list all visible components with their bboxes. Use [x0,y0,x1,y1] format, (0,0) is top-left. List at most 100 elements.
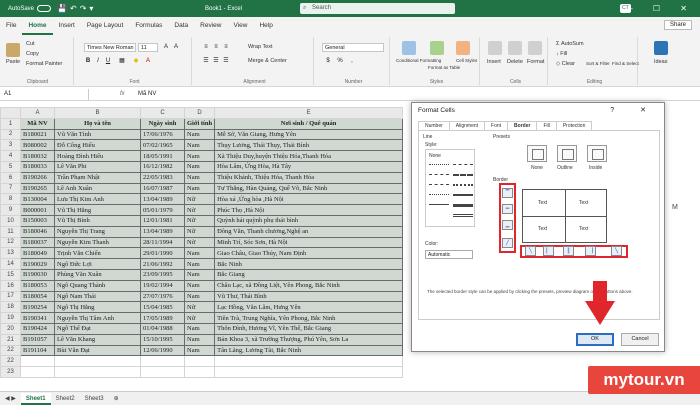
line-style-option[interactable] [429,174,449,175]
cell-gioi-tinh[interactable]: Nam [183,279,216,292]
insert-icon[interactable] [488,41,502,55]
align-left-icon[interactable]: ☰ [202,57,210,65]
ideas-button[interactable]: Ideas [654,59,667,65]
window-controls[interactable]: – ☐ ✕ [628,4,696,13]
header-cell-ho-ten[interactable]: Họ và tên [54,117,141,130]
line-style-list[interactable]: None [425,149,475,227]
cell-ma-nv[interactable]: B000001 [20,204,55,216]
cell-gioi-tinh[interactable]: Nam [183,344,216,357]
cell-noi-sinh[interactable]: Tân Lãng, Lương Tài, Bắc Ninh [214,344,404,357]
cell-ho-ten[interactable]: Vũ Văn Tỉnh [54,128,141,141]
cell-ho-ten[interactable]: Ngô Nam Thái [54,290,141,303]
cell-ngay-sinh[interactable]: 13/04/1989 [140,193,185,206]
cell-ma-nv[interactable]: B180054 [20,290,55,303]
row-header[interactable]: 23 [0,366,21,378]
format-painter-button[interactable]: Format Painter [26,61,62,67]
header-cell-ngay-sinh[interactable]: Ngày sinh [140,117,185,130]
cell-ma-nv[interactable]: B150003 [20,214,55,227]
ideas-icon[interactable] [654,41,668,55]
cell-noi-sinh[interactable]: Bản Khoa 3, xã Trường Thượng, Phú Yên, S… [214,333,404,346]
cell-ngay-sinh[interactable]: 13/04/1989 [140,225,185,238]
autosave-toggle[interactable] [37,5,52,12]
cell-ma-nv[interactable]: B190266 [20,171,55,184]
row-header[interactable]: 22 [0,344,21,357]
cell-ngay-sinh[interactable]: 27/07/1976 [140,290,185,303]
search-input[interactable]: ⌕ Search [300,3,455,14]
empty-cell[interactable] [183,355,216,368]
cell-gioi-tinh[interactable]: Nam [183,258,216,270]
cell-gioi-tinh[interactable]: Nữ [183,225,216,238]
merge-center-button[interactable]: Merge & Center [248,58,287,64]
tab-home[interactable]: Home [22,17,53,35]
tab-page-layout[interactable]: Page Layout [81,17,130,35]
empty-cell[interactable] [140,366,185,378]
cell-ho-ten[interactable]: Nguyễn Thị Trang [54,225,141,238]
line-style-option[interactable] [453,174,473,176]
row-header[interactable]: 15 [0,268,21,281]
cell-ho-ten[interactable]: Bùi Văn Đạt [54,344,141,357]
cell-ma-nv[interactable]: B180032 [20,150,55,162]
format-icon[interactable] [528,41,542,55]
cell-ngay-sinh[interactable]: 23/09/1995 [140,268,185,281]
row-header[interactable]: 16 [0,279,21,292]
row-header[interactable]: 1 [0,117,21,130]
column-header-e[interactable]: E [214,107,404,119]
autosum-button[interactable]: Σ AutoSum [556,41,584,47]
cell-gioi-tinh[interactable]: Nam [183,333,216,346]
cell-noi-sinh[interactable]: Thiệu Khánh, Thiệu Hóa, Thanh Hóa [214,171,404,184]
cell-gioi-tinh[interactable]: Nam [183,247,216,260]
cell-gioi-tinh[interactable]: Nam [183,150,216,162]
currency-icon[interactable]: $ [324,57,332,65]
cell-noi-sinh[interactable]: Tiên Trà, Trung Nghĩa, Yên Phong, Bắc Ni… [214,312,404,324]
cell-noi-sinh[interactable]: Hòa Lâm, Ứng Hòa, Hà Tây [214,160,404,173]
cell-gioi-tinh[interactable]: Nam [183,290,216,303]
border-diagonal-down-button[interactable]: ╲ [525,246,536,256]
cell-gioi-tinh[interactable]: Nam [183,182,216,195]
empty-cell[interactable] [183,366,216,378]
tab-insert[interactable]: Insert [53,17,81,35]
cell-ho-ten[interactable]: Ngô Thị Hằng [54,301,141,314]
clear-button[interactable]: ◇ Clear [556,61,575,67]
cell-noi-sinh[interactable]: Thụy Lương, Thái Thụy, Thái Bình [214,139,404,152]
cell-ho-ten[interactable]: Trịnh Văn Chiến [54,247,141,260]
copy-button[interactable]: Copy [26,51,39,57]
cell-ho-ten[interactable]: Phùng Văn Xuân [54,268,141,281]
row-header[interactable]: 18 [0,301,21,314]
cell-ma-nv[interactable]: B080002 [20,139,55,152]
cell-ma-nv[interactable]: B180053 [20,279,55,292]
cell-ho-ten[interactable]: Nguyễn Kim Thanh [54,236,141,249]
empty-cell[interactable] [20,366,55,378]
conditional-formatting-icon[interactable] [402,41,416,55]
tab-file[interactable]: File [0,17,22,35]
line-style-option[interactable] [429,204,449,205]
delete-button[interactable]: Delete [507,59,523,65]
column-header-c[interactable]: C [140,107,185,119]
cell-ma-nv[interactable]: B180049 [20,247,55,260]
percent-icon[interactable]: % [336,57,344,65]
cell-noi-sinh[interactable]: Phúc Thọ ,Hà Nội [214,204,404,216]
cell-noi-sinh[interactable]: Tư Thắng, Hàn Quảng, Quế Võ, Bắc Ninh [214,182,404,195]
cell-ngay-sinh[interactable]: 15/04/1985 [140,301,185,314]
cell-ngay-sinh[interactable]: 29/01/1990 [140,247,185,260]
border-left-button[interactable]: ▏ [543,246,554,256]
border-bottom-button[interactable]: ▁ [502,220,513,230]
border-preview[interactable]: Text Text Text Text [522,189,607,243]
cell-noi-sinh[interactable]: Minh Trí, Sóc Sơn, Hà Nội [214,236,404,249]
column-header-a[interactable]: A [20,107,55,119]
cell-ma-nv[interactable]: B180037 [20,236,55,249]
format-button[interactable]: Format [527,59,544,65]
cell-styles-button[interactable]: Cell Styles [456,58,477,63]
tab-data[interactable]: Data [168,17,194,35]
header-cell-noi-sinh[interactable]: Nơi sinh / Quê quán [214,117,404,130]
empty-cell[interactable] [20,355,55,368]
column-header-b[interactable]: B [54,107,141,119]
cell-ho-ten[interactable]: Lê Anh Xuân [54,182,141,195]
border-top-button[interactable]: ▔ [502,188,513,198]
comma-icon[interactable]: , [348,57,356,65]
line-style-option[interactable] [453,214,473,217]
line-style-option[interactable] [453,164,473,165]
number-format-select[interactable]: General [322,43,384,52]
top-align-icon[interactable]: ≡ [202,43,210,51]
line-style-option[interactable] [429,184,449,185]
cell-ma-nv[interactable]: B190030 [20,268,55,281]
